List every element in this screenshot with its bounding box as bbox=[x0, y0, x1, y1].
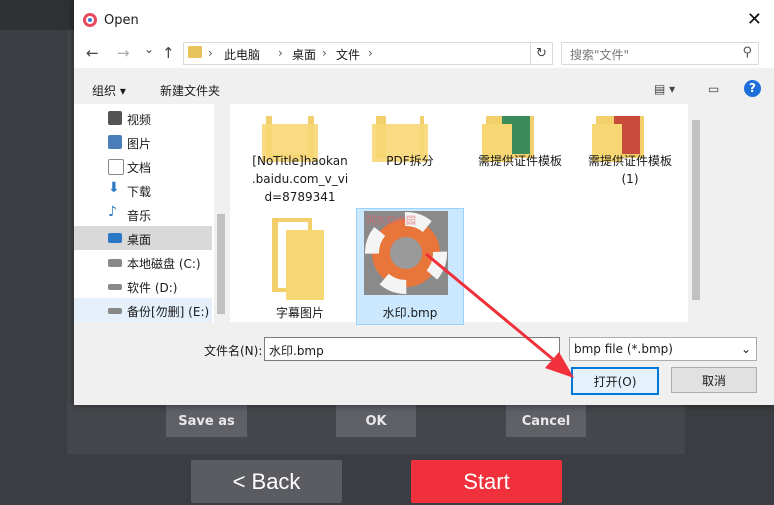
sidebar-item-label: 下载 bbox=[127, 185, 152, 199]
file-label: 需提供证件模板 bbox=[477, 154, 562, 168]
sidebar-item-label: 桌面 bbox=[127, 233, 152, 247]
sidebar-item-label: 音乐 bbox=[127, 209, 152, 223]
sidebar-item-label: 视频 bbox=[127, 113, 152, 127]
breadcrumb-desktop[interactable]: 桌面 bbox=[292, 46, 316, 63]
preview-pane-icon[interactable]: ▭ bbox=[708, 82, 719, 96]
search-placeholder: 搜索"文件" bbox=[570, 48, 630, 62]
drive-icon bbox=[108, 308, 122, 314]
sidebar-scroll-thumb[interactable] bbox=[217, 214, 225, 314]
file-list-scroll-thumb[interactable] bbox=[692, 120, 700, 300]
refresh-icon[interactable]: ↻ bbox=[530, 42, 553, 65]
filetype-value: bmp file (*.bmp) bbox=[574, 342, 673, 356]
sidebar-item-label: 本地磁盘 (C:) bbox=[127, 257, 201, 271]
new-folder-button[interactable]: 新建文件夹 bbox=[160, 82, 220, 99]
breadcrumb-sep: › bbox=[278, 46, 283, 60]
breadcrumb-sep: › bbox=[208, 46, 213, 60]
folder-icon[interactable] bbox=[268, 218, 324, 300]
file-label: 水印.bmp bbox=[382, 306, 438, 320]
filename-value: 水印.bmp bbox=[269, 344, 324, 358]
sidebar-item-drive-d[interactable]: 软件 (D:) bbox=[74, 274, 212, 298]
organize-menu[interactable]: 组织 ▾ bbox=[92, 82, 126, 99]
video-icon bbox=[108, 111, 122, 125]
sidebar-item-music[interactable]: ♪ 音乐 bbox=[74, 202, 212, 226]
sidebar-item-drive-c[interactable]: 本地磁盘 (C:) bbox=[74, 250, 212, 274]
start-button[interactable]: Start bbox=[411, 460, 562, 503]
sidebar-item-documents[interactable]: 文档 bbox=[74, 154, 212, 178]
search-icon: ⚲ bbox=[742, 45, 752, 60]
filename-label: 文件名(N): bbox=[204, 344, 263, 358]
cancel-app-button[interactable]: Cancel bbox=[506, 405, 586, 437]
watermark-text: 河东软件园 bbox=[366, 216, 416, 227]
drive-icon bbox=[108, 259, 122, 267]
sidebar-item-videos[interactable]: 视频 bbox=[74, 106, 212, 130]
sidebar-item-drive-e[interactable]: 备份[勿删] (E:) bbox=[74, 298, 212, 322]
pictures-icon bbox=[108, 135, 122, 149]
close-icon[interactable]: ✕ bbox=[747, 9, 762, 30]
search-input[interactable]: 搜索"文件" ⚲ bbox=[561, 42, 759, 65]
forward-arrow-icon[interactable]: → bbox=[117, 44, 130, 62]
open-button[interactable]: 打开(O) bbox=[571, 367, 659, 395]
recent-locations-icon[interactable]: ⌄ bbox=[144, 42, 154, 56]
save-as-button[interactable]: Save as bbox=[166, 405, 247, 437]
file-label: PDF拆分 bbox=[386, 154, 434, 168]
view-options-icon[interactable]: ▤ ▾ bbox=[654, 82, 675, 96]
sidebar-item-pictures[interactable]: 图片 bbox=[74, 130, 212, 154]
dialog-title: Open bbox=[104, 13, 139, 28]
chevron-down-icon: ⌄ bbox=[740, 342, 751, 356]
sidebar-item-label: 图片 bbox=[127, 137, 152, 151]
filetype-select[interactable]: bmp file (*.bmp) ⌄ bbox=[569, 337, 757, 361]
sidebar-item-label: 备份[勿删] (E:) bbox=[127, 305, 210, 319]
sidebar-item-desktop[interactable]: 桌面 bbox=[74, 226, 212, 250]
download-icon: ⬇ bbox=[108, 180, 120, 196]
filename-input[interactable]: 水印.bmp bbox=[264, 337, 560, 361]
music-icon: ♪ bbox=[108, 204, 117, 220]
file-label: 需提供证件模板 (1) bbox=[587, 154, 672, 186]
breadcrumb-files[interactable]: 文件 bbox=[336, 46, 360, 63]
file-label: [NoTitle]haokan .baidu.com_v_vi d=878934… bbox=[251, 154, 349, 204]
sidebar-item-label: 文档 bbox=[127, 161, 152, 175]
breadcrumb-sep: › bbox=[322, 46, 327, 60]
address-bar[interactable]: › 此电脑 › 桌面 › 文件 › ⌄ bbox=[183, 42, 552, 65]
drive-icon bbox=[108, 284, 122, 290]
navigation-pane: 视频 图片 文档 ⬇ 下载 ♪ 音乐 桌面 本地磁盘 (C:) 软件 (D:) bbox=[74, 104, 228, 322]
dialog-titlebar: Open ✕ bbox=[74, 0, 774, 40]
document-icon bbox=[108, 159, 124, 175]
help-icon[interactable]: ? bbox=[744, 80, 761, 97]
folder-icon bbox=[188, 46, 202, 58]
file-label: 字幕图片 bbox=[275, 306, 324, 320]
command-bar: 组织 ▾ 新建文件夹 ▤ ▾ ▭ ? bbox=[74, 76, 774, 104]
sidebar-item-downloads[interactable]: ⬇ 下载 bbox=[74, 178, 212, 202]
breadcrumb-this-pc[interactable]: 此电脑 bbox=[224, 46, 260, 63]
ok-button[interactable]: OK bbox=[336, 405, 416, 437]
back-button[interactable]: < Back bbox=[191, 460, 342, 503]
up-arrow-icon[interactable]: ↑ bbox=[162, 44, 175, 62]
breadcrumb-sep: › bbox=[368, 46, 373, 60]
cancel-button[interactable]: 取消 bbox=[671, 367, 757, 393]
desktop-icon bbox=[108, 233, 122, 243]
sidebar-item-label: 软件 (D:) bbox=[127, 281, 178, 295]
back-arrow-icon[interactable]: ← bbox=[86, 44, 99, 62]
open-dialog: Open ✕ ← → ⌄ ↑ › 此电脑 › 桌面 › 文件 › ⌄ ↻ 搜索"… bbox=[74, 0, 774, 405]
app-icon bbox=[83, 13, 97, 27]
